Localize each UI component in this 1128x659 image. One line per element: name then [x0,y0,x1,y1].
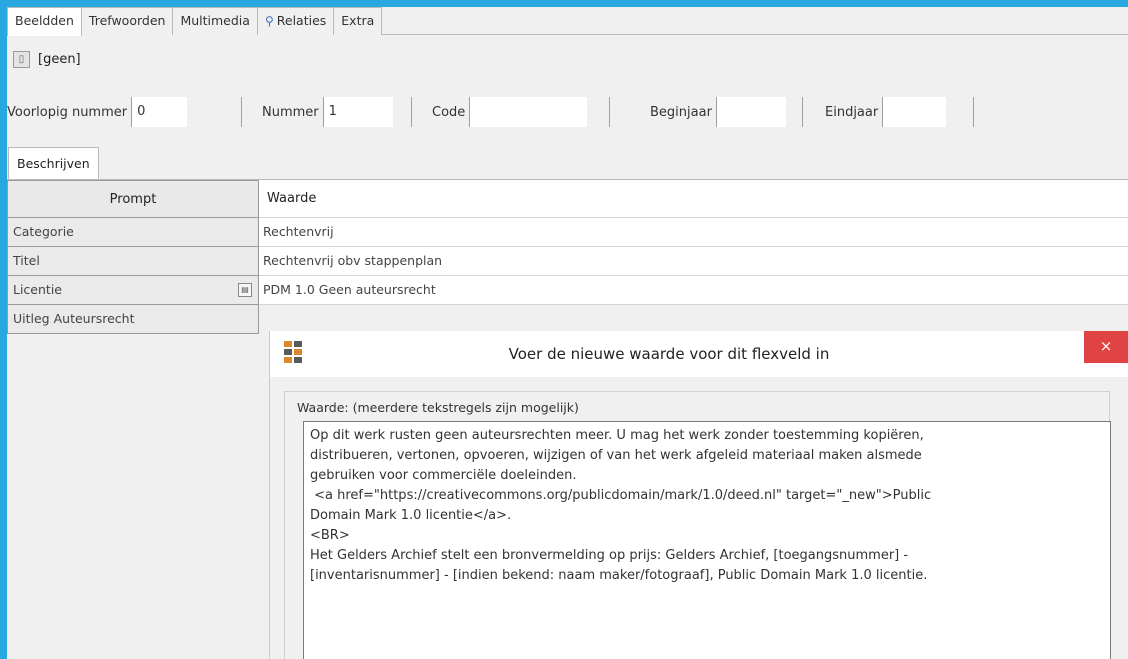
record-icon[interactable]: ▯ [13,51,30,68]
value-column: Waarde Rechtenvrij Rechtenvrij obv stapp… [259,180,1128,305]
prompt-row-titel[interactable]: Titel [7,247,259,276]
tab-label: Relaties [276,13,327,28]
tab-label: Trefwoorden [88,13,166,28]
flexveld-dialog: Voer de nieuwe waarde voor dit flexveld … [269,331,1128,659]
lookup-icon[interactable]: ▤ [238,283,252,297]
divider [241,97,242,127]
tab-multimedia[interactable]: Multimedia [172,7,258,35]
tab-relaties[interactable]: ⚲ Relaties [256,7,335,35]
tab-label: Multimedia [180,13,250,28]
status-text: [geen] [38,52,81,67]
value-textarea[interactable]: Op dit werk rusten geen auteursrechten m… [303,421,1111,659]
tab-label: Extra [341,13,375,28]
status-row: ▯ [geen] [13,51,81,68]
value-cell-licentie[interactable]: PDM 1.0 Geen auteursrecht [259,276,1128,305]
prompt-column: Prompt Categorie Titel Licentie ▤ Uitleg … [7,180,259,334]
prompt-row-licentie[interactable]: Licentie ▤ [7,276,259,305]
prompt-row-uitleg[interactable]: Uitleg Auteursrecht [7,305,259,334]
beginjaar-label: Beginjaar [650,104,712,120]
divider [802,97,803,127]
eindjaar-input[interactable] [882,97,947,127]
voorlopig-nummer-field: Voorlopig nummer 0 [7,96,188,128]
tab-beschrijven[interactable]: Beschrijven [8,147,99,179]
code-input[interactable] [469,97,588,127]
tab-trefwoorden[interactable]: Trefwoorden [80,7,174,35]
close-button[interactable]: × [1084,331,1128,363]
nummer-field: Nummer 1 [262,96,393,128]
beginjaar-field: Beginjaar [650,96,786,128]
nummer-label: Nummer [262,104,319,120]
tab-extra[interactable]: Extra [333,7,383,35]
nummer-input[interactable]: 1 [322,97,393,127]
prompt-label: Categorie [13,224,74,239]
value-cell-titel[interactable]: Rechtenvrij obv stappenplan [259,247,1128,276]
prompt-label: Licentie [13,282,62,297]
main-window: Beeldden Trefwoorden Multimedia ⚲ Relatie… [7,7,1128,659]
beginjaar-input[interactable] [715,97,786,127]
value-cell-categorie[interactable]: Rechtenvrij [259,218,1128,247]
divider [609,97,610,127]
divider [411,97,412,127]
code-field: Code [432,96,588,128]
prompt-header[interactable]: Prompt [7,180,259,218]
prompt-label: Uitleg Auteursrecht [13,311,135,326]
prompt-row-categorie[interactable]: Categorie [7,218,259,247]
divider [973,97,974,127]
code-label: Code [432,104,466,120]
prompt-label: Titel [13,253,40,268]
tab-label: Beeldden [15,13,74,28]
voorlopig-nummer-label: Voorlopig nummer [7,104,128,120]
group-label: Waarde: (meerdere tekstregels zijn mogel… [297,400,579,415]
eindjaar-label: Eindjaar [825,104,879,120]
eindjaar-field: Eindjaar [825,96,947,128]
top-tab-bar: Beeldden Trefwoorden Multimedia ⚲ Relatie… [7,7,1128,36]
value-header[interactable]: Waarde [259,180,1128,218]
link-icon: ⚲ [264,14,274,28]
voorlopig-nummer-input[interactable]: 0 [131,97,188,127]
dialog-title: Voer de nieuwe waarde voor dit flexveld … [508,345,830,363]
tab-beeldden[interactable]: Beeldden [7,7,82,36]
dialog-titlebar: Voer de nieuwe waarde voor dit flexveld … [270,331,1128,377]
